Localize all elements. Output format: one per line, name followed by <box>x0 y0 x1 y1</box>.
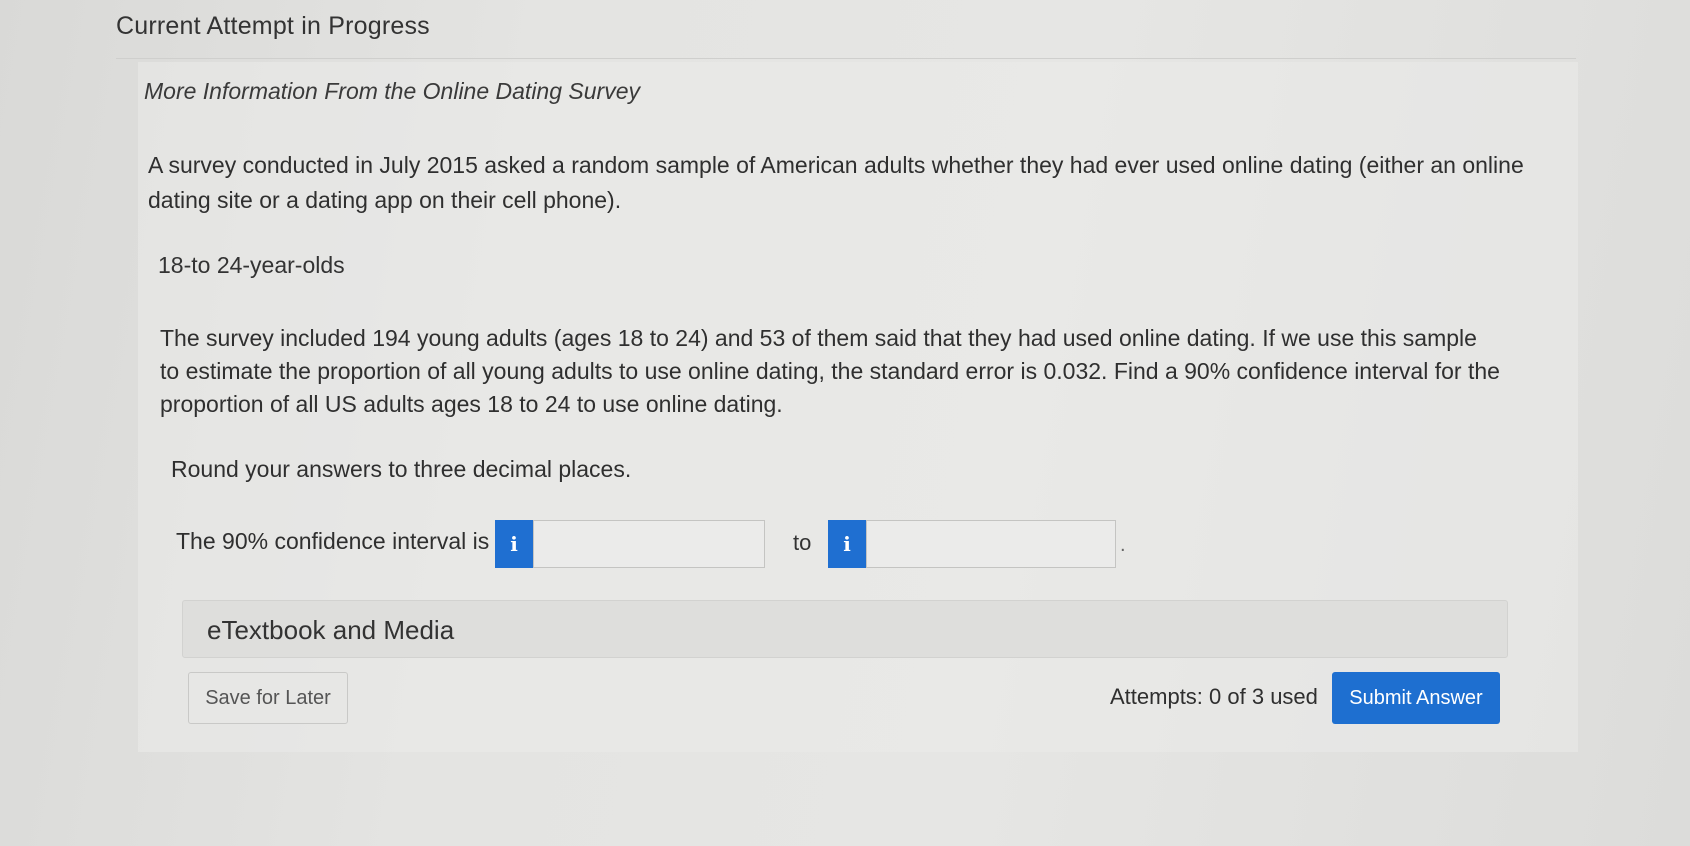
question-heading: More Information From the Online Dating … <box>144 78 640 104</box>
save-for-later-button[interactable]: Save for Later <box>188 672 348 724</box>
etextbook-media-label: eTextbook and Media <box>207 615 455 645</box>
question-intro: A survey conducted in July 2015 asked a … <box>148 152 1524 213</box>
lower-bound-input[interactable] <box>533 520 765 568</box>
problem-text: The survey included 194 young adults (ag… <box>160 325 1500 417</box>
submit-answer-button[interactable]: Submit Answer <box>1332 672 1500 724</box>
page-title: Current Attempt in Progress <box>116 12 430 40</box>
title-divider <box>116 58 1576 59</box>
rounding-instruction: Round your answers to three decimal plac… <box>171 456 632 482</box>
answer-label: The 90% confidence interval is <box>176 528 490 554</box>
answer-period: . <box>1120 534 1126 556</box>
upper-bound-input[interactable] <box>866 520 1116 568</box>
attempts-counter: Attempts: 0 of 3 used <box>1110 684 1318 709</box>
lower-info-icon[interactable]: i <box>495 520 533 568</box>
question-subheading: 18-to 24-year-olds <box>158 252 345 278</box>
interval-connector: to <box>793 530 812 555</box>
answer-row: The 90% confidence interval is i to i . <box>176 520 1156 570</box>
etextbook-media-section[interactable]: eTextbook and Media <box>182 600 1508 658</box>
assignment-page: Current Attempt in Progress More Informa… <box>0 0 1690 846</box>
upper-info-icon[interactable]: i <box>828 520 866 568</box>
